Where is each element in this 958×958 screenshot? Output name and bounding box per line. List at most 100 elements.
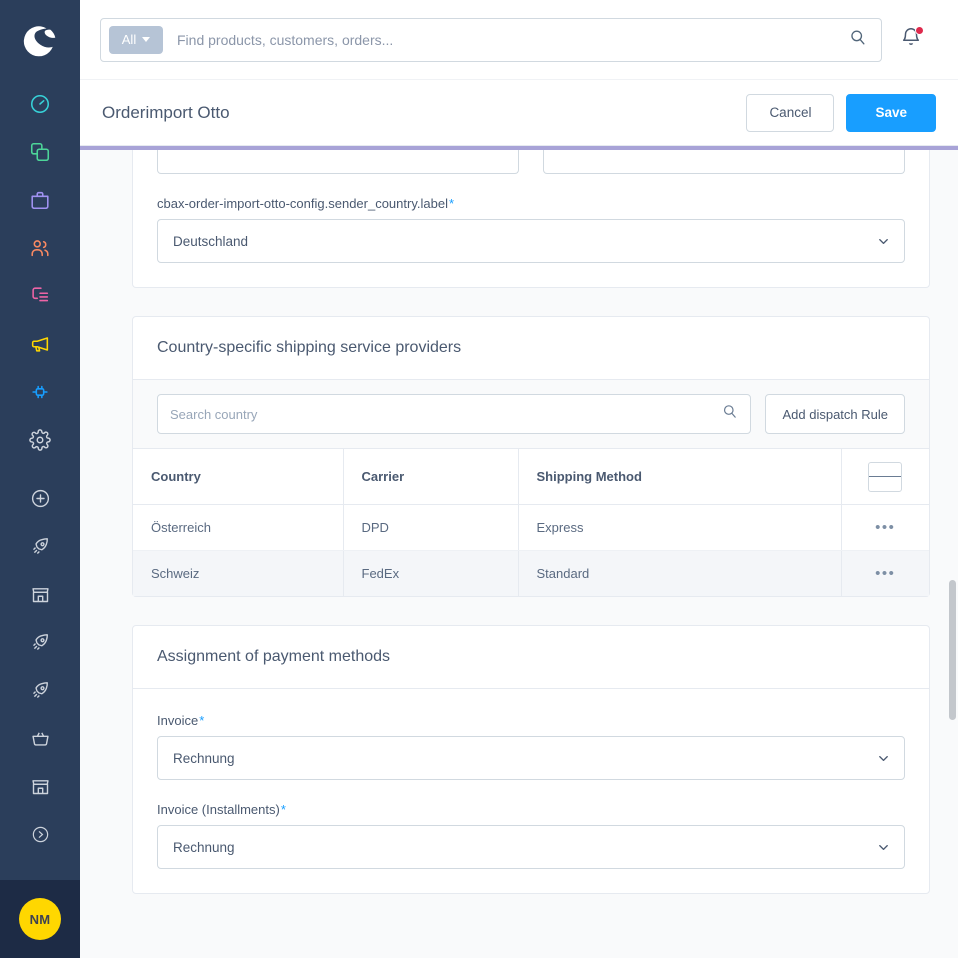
search-scope-label: All bbox=[121, 32, 137, 47]
chevron-down-icon bbox=[142, 37, 151, 42]
sidebar-item-rocket-app-2[interactable] bbox=[0, 618, 80, 666]
sidebar-user-area[interactable]: NM bbox=[0, 880, 80, 958]
required-marker: * bbox=[199, 713, 205, 728]
sidebar-item-marketing[interactable] bbox=[0, 320, 80, 368]
orders-bag-icon bbox=[29, 189, 51, 211]
global-search-box[interactable]: All bbox=[100, 17, 882, 62]
cell-carrier: FedEx bbox=[343, 550, 519, 596]
menu-line bbox=[879, 475, 891, 478]
sidebar-item-settings[interactable] bbox=[0, 416, 80, 464]
sidebar-item-customers[interactable] bbox=[0, 224, 80, 272]
content-scrollbar[interactable] bbox=[946, 150, 958, 958]
required-marker: * bbox=[280, 802, 286, 817]
table-header: Country Carrier Shipping Method bbox=[133, 449, 929, 505]
sidebar-item-rocket-app-1[interactable] bbox=[0, 522, 80, 570]
main-pane: All Find products, customers, orders... … bbox=[80, 0, 958, 958]
scrollbar-thumb[interactable] bbox=[949, 580, 956, 720]
invoice-field: Invoice* Rechnung bbox=[157, 713, 905, 780]
cell-shipping-method: Express bbox=[518, 504, 842, 551]
sidebar-item-dashboard[interactable] bbox=[0, 80, 80, 128]
row-actions-button[interactable]: ••• bbox=[841, 550, 929, 596]
app-root: NM All Find products, customers, orders.… bbox=[0, 0, 958, 958]
avatar[interactable]: NM bbox=[19, 898, 61, 940]
table-body: Österreich DPD Express ••• Schweiz FedEx… bbox=[133, 504, 929, 596]
search-input[interactable] bbox=[177, 31, 848, 48]
table-row[interactable]: Österreich DPD Express ••• bbox=[133, 504, 929, 551]
invoice-label-text: Invoice bbox=[157, 713, 199, 728]
customers-people-icon bbox=[29, 237, 51, 259]
invoice-label: Invoice* bbox=[157, 713, 905, 728]
marketing-megaphone-icon bbox=[29, 333, 51, 355]
search-scope-dropdown[interactable]: All bbox=[109, 25, 163, 54]
payment-methods-body: Invoice* Rechnung Invoice (Installments)… bbox=[133, 689, 929, 893]
sidebar-item-content[interactable] bbox=[0, 272, 80, 320]
main-sidebar: NM bbox=[0, 0, 80, 958]
row-actions-button[interactable]: ••• bbox=[841, 504, 929, 551]
column-header-shipping-method[interactable]: Shipping Method bbox=[518, 449, 842, 505]
table-row[interactable]: Schweiz FedEx Standard ••• bbox=[133, 550, 929, 596]
basket-icon bbox=[30, 728, 51, 749]
invoice-installments-select[interactable]: Rechnung bbox=[157, 825, 905, 869]
sender-country-field: cbax-order-import-otto-config.sender_cou… bbox=[157, 196, 905, 263]
sidebar-divider-gap bbox=[0, 464, 80, 474]
content-document-icon bbox=[29, 285, 51, 307]
storefront-icon bbox=[30, 584, 51, 605]
country-search-input[interactable] bbox=[170, 406, 722, 422]
sidebar-item-expand-menu[interactable] bbox=[0, 810, 80, 858]
sidebar-item-store-2[interactable] bbox=[0, 762, 80, 810]
chevron-right-circle-icon bbox=[31, 825, 50, 844]
extensions-plug-icon bbox=[29, 381, 51, 403]
page-header: Orderimport Otto Cancel Save bbox=[80, 80, 958, 146]
shipping-rules-table: Country Carrier Shipping Method Österrei… bbox=[133, 449, 929, 596]
cell-carrier: DPD bbox=[343, 504, 519, 551]
column-header-carrier[interactable]: Carrier bbox=[343, 449, 519, 505]
sidebar-item-extensions[interactable] bbox=[0, 368, 80, 416]
save-button[interactable]: Save bbox=[846, 93, 936, 132]
table-settings-button[interactable] bbox=[868, 461, 903, 492]
sidebar-item-catalogues[interactable] bbox=[0, 128, 80, 176]
search-icon[interactable] bbox=[848, 28, 867, 52]
sender-country-label-text: cbax-order-import-otto-config.sender_cou… bbox=[157, 196, 448, 211]
notifications-button[interactable] bbox=[882, 11, 940, 69]
cell-country: Schweiz bbox=[133, 550, 344, 596]
sidebar-item-basket-app[interactable] bbox=[0, 714, 80, 762]
search-icon[interactable] bbox=[721, 403, 738, 425]
cell-country: Österreich bbox=[133, 504, 344, 551]
rocket-icon bbox=[30, 680, 51, 701]
invoice-installments-select-wrap: Rechnung bbox=[157, 825, 905, 869]
catalogue-layers-icon bbox=[29, 141, 51, 163]
payment-methods-card: Assignment of payment methods Invoice* R… bbox=[132, 625, 930, 894]
shopware-logo[interactable] bbox=[0, 0, 80, 80]
rocket-icon bbox=[30, 536, 51, 557]
notification-badge bbox=[915, 25, 924, 35]
cell-shipping-method: Standard bbox=[518, 550, 842, 596]
required-marker: * bbox=[448, 196, 455, 211]
table-header-row: Country Carrier Shipping Method bbox=[133, 449, 929, 505]
sidebar-item-orders[interactable] bbox=[0, 176, 80, 224]
payment-methods-title: Assignment of payment methods bbox=[133, 626, 929, 689]
cancel-button[interactable]: Cancel bbox=[746, 93, 835, 132]
rocket-icon bbox=[30, 632, 51, 653]
invoice-installments-label-text: Invoice (Installments) bbox=[157, 802, 280, 817]
column-settings-header bbox=[841, 449, 929, 505]
sender-country-select[interactable]: Deutschland bbox=[157, 219, 905, 263]
dashboard-gauge-icon bbox=[29, 93, 51, 115]
sender-zip-field[interactable] bbox=[157, 150, 519, 174]
settings-gear-icon bbox=[29, 429, 51, 451]
sender-city-field[interactable] bbox=[543, 150, 905, 174]
invoice-installments-field: Invoice (Installments)* Rechnung bbox=[157, 802, 905, 869]
shipping-table-toolbar: Add dispatch Rule bbox=[133, 380, 929, 449]
add-dispatch-rule-button[interactable]: Add dispatch Rule bbox=[765, 394, 905, 434]
column-header-country[interactable]: Country bbox=[133, 449, 344, 505]
sidebar-item-store-1[interactable] bbox=[0, 570, 80, 618]
sender-clipped-row bbox=[157, 150, 905, 174]
invoice-select[interactable]: Rechnung bbox=[157, 736, 905, 780]
sender-country-label: cbax-order-import-otto-config.sender_cou… bbox=[157, 196, 905, 211]
sidebar-item-add-plugin[interactable] bbox=[0, 474, 80, 522]
sidebar-item-rocket-app-3[interactable] bbox=[0, 666, 80, 714]
country-search-box[interactable] bbox=[157, 394, 752, 434]
scroll-content: cbax-order-import-otto-config.sender_cou… bbox=[80, 150, 958, 958]
shipping-providers-card: Country-specific shipping service provid… bbox=[132, 316, 930, 597]
sender-country-select-wrap: Deutschland bbox=[157, 219, 905, 263]
sender-address-card: cbax-order-import-otto-config.sender_cou… bbox=[132, 150, 930, 288]
